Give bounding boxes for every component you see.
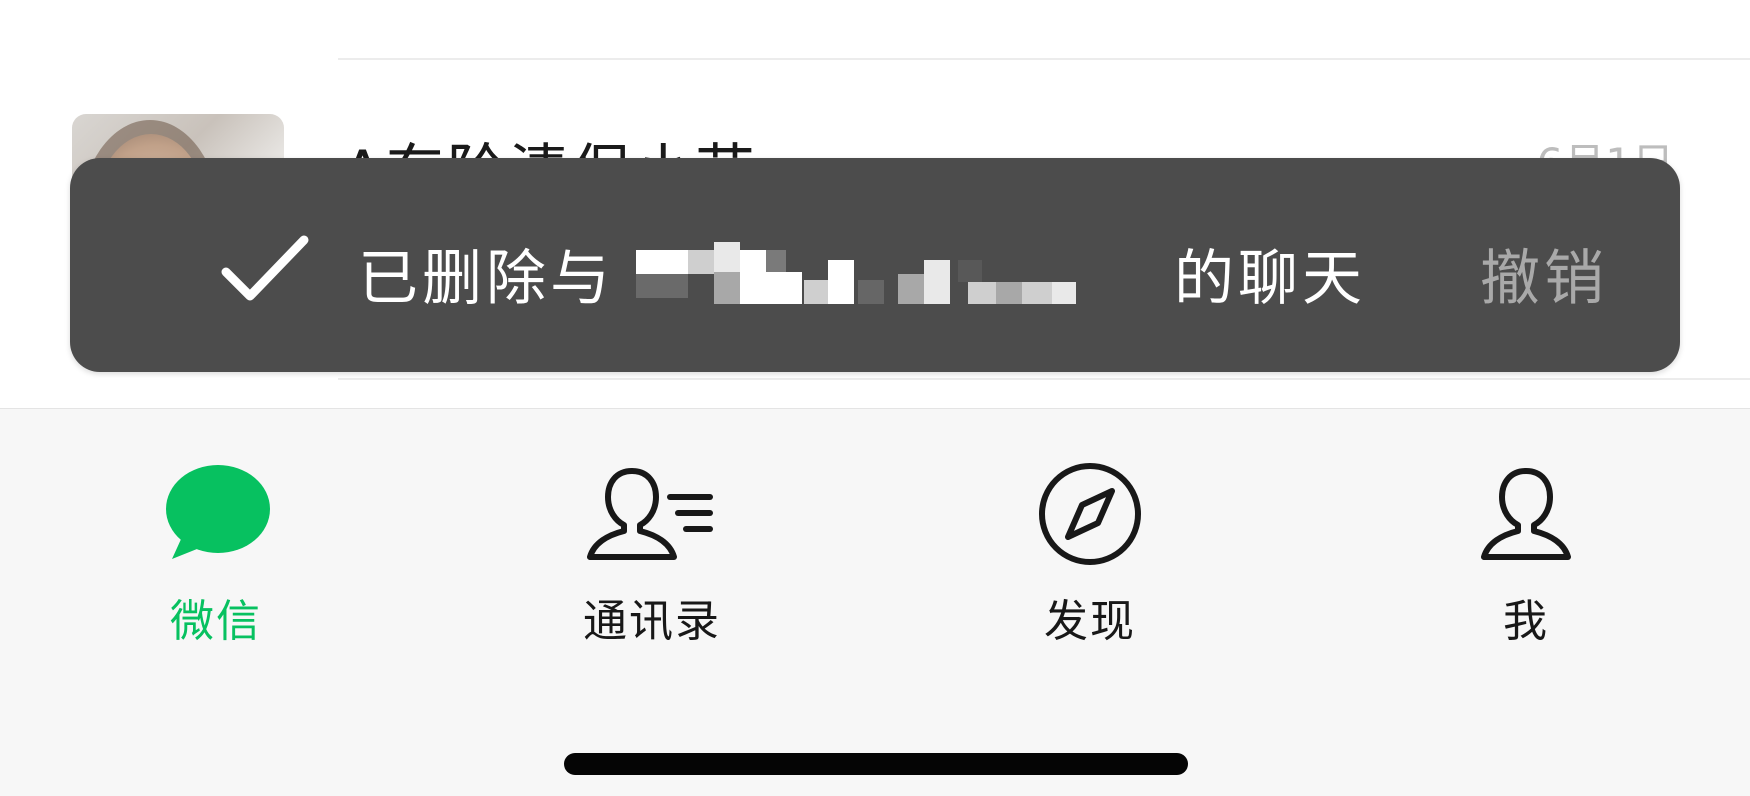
redaction-pixel [828,260,854,304]
redaction-pixel [766,250,786,272]
tab-label: 我 [1503,596,1549,647]
redaction-pixel [1022,282,1052,304]
person-icon [1481,468,1571,560]
redaction-pixel [996,282,1022,304]
redaction-pixel [714,242,740,272]
redaction-pixel [636,250,688,274]
tab-label: 微信 [170,596,262,647]
undo-button[interactable]: 撤销 [1480,230,1608,317]
tab-chats[interactable]: 微信 [116,459,316,647]
redaction-pixel [924,260,950,304]
redaction-pixel [1052,282,1076,304]
redaction-pixel [968,282,996,304]
deleted-chat-toast: 已删除与 的聊天 撤销 [70,158,1680,372]
toast-message-suffix: 的聊天 [1174,244,1366,314]
redaction-pixel [714,272,740,304]
home-indicator [564,753,1188,775]
redaction-pixel [958,260,982,282]
toast-message-prefix: 已删除与 [358,244,614,314]
tab-contacts[interactable]: 通讯录 [552,459,752,647]
tab-discover[interactable]: 发现 [990,459,1190,647]
chat-bubble-icon [166,465,270,559]
redaction-pixel [766,272,802,304]
tab-label: 发现 [1044,596,1136,647]
redaction-pixel [898,274,924,304]
redaction-pixel [858,280,884,304]
tab-bar: 微信 通讯录 发现 我 [0,408,1750,796]
redaction-pixel [688,250,714,274]
compass-icon [1039,463,1141,565]
redaction-pixel [636,274,688,298]
redacted-contact-name [628,242,1188,304]
checkmark-icon [221,235,309,301]
tab-me[interactable]: 我 [1426,459,1626,647]
list-divider [338,378,1750,380]
contacts-icon [587,468,713,560]
redaction-pixel [740,250,766,304]
redaction-pixel [804,280,828,304]
tab-label: 通讯录 [583,596,721,647]
